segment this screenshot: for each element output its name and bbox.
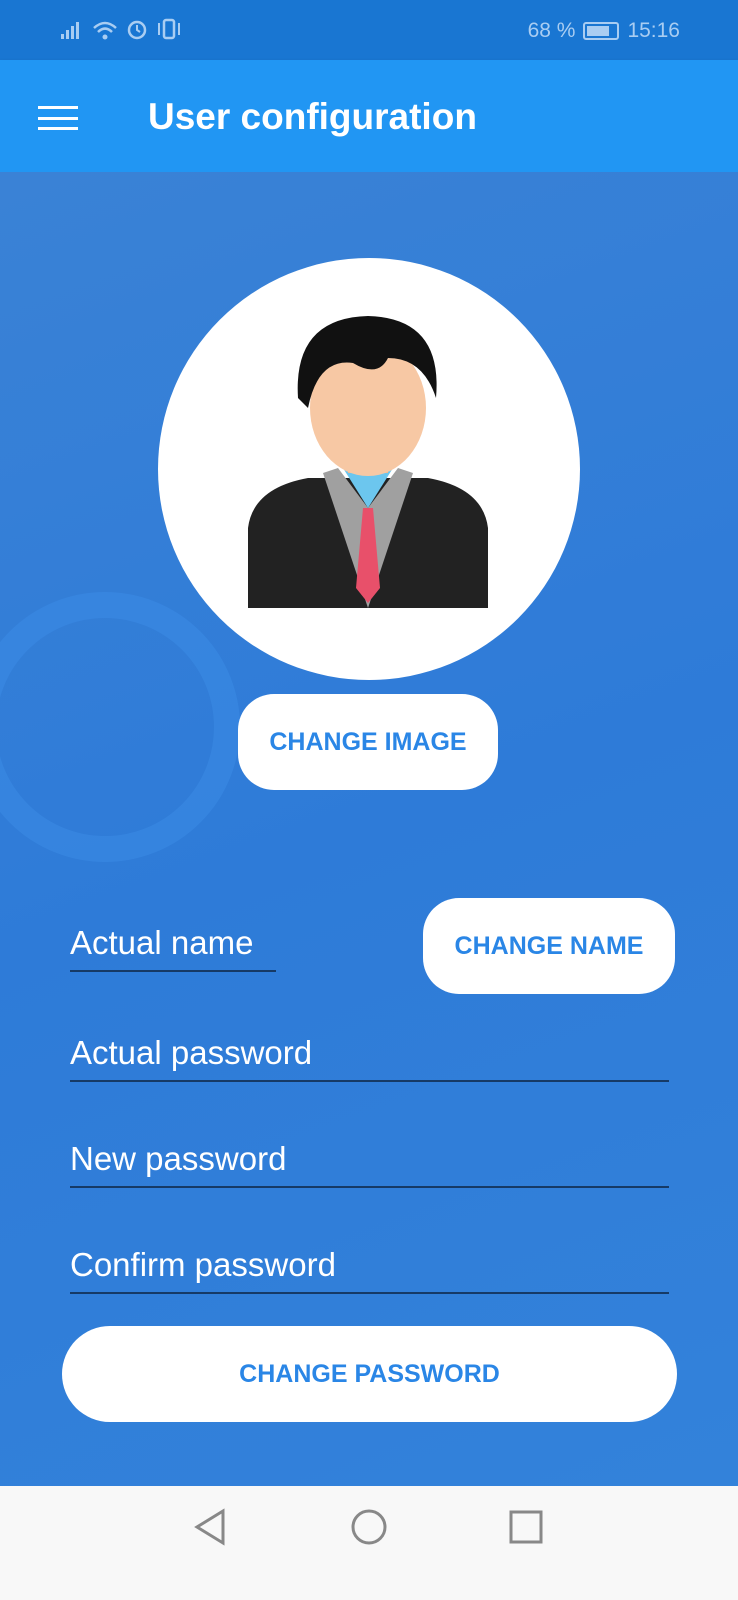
home-icon[interactable] (350, 1508, 388, 1546)
navigation-bar (0, 1486, 738, 1600)
actual-name-input[interactable]: Actual name (70, 924, 276, 972)
status-bar: 68 % 15:16 (0, 0, 738, 60)
actual-password-input[interactable]: Actual password (70, 1034, 669, 1082)
app-bar: User configuration (0, 60, 738, 172)
avatar (158, 258, 580, 680)
recents-icon[interactable] (508, 1509, 544, 1545)
page-title: User configuration (148, 96, 477, 137)
menu-icon[interactable] (38, 106, 78, 130)
battery-icon (583, 22, 620, 40)
change-image-button[interactable]: CHANGE IMAGE (238, 694, 498, 790)
battery-percent: 68 % (527, 19, 576, 42)
clock: 15:16 (627, 19, 680, 42)
wifi-icon (93, 21, 117, 40)
signal-icon (61, 22, 79, 39)
vibrate-icon (158, 18, 180, 40)
new-password-input[interactable]: New password (70, 1140, 669, 1188)
confirm-password-input[interactable]: Confirm password (70, 1246, 669, 1294)
alarm-icon (127, 20, 147, 40)
back-icon[interactable] (193, 1508, 229, 1546)
user-avatar-icon (248, 316, 488, 608)
change-password-button[interactable]: CHANGE PASSWORD (62, 1326, 677, 1422)
change-name-button[interactable]: CHANGE NAME (423, 898, 675, 994)
